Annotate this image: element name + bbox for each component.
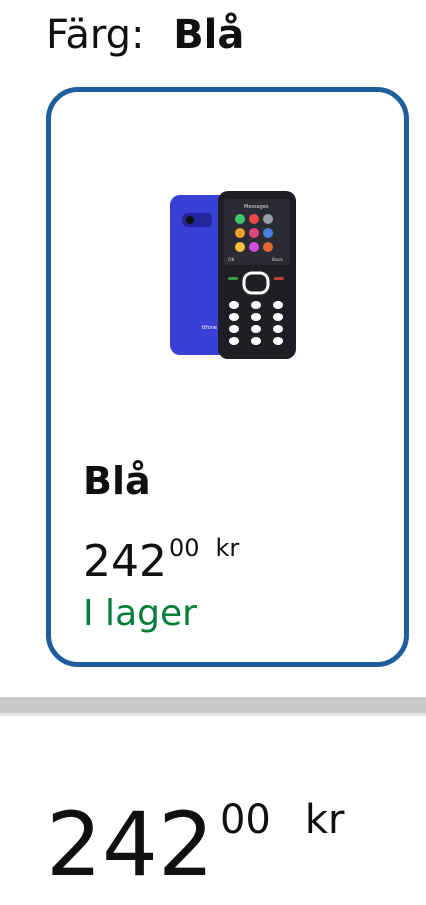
price-fraction: 00 [219, 797, 271, 843]
section-divider [0, 697, 426, 716]
color-swatch-card[interactable]: ttfone Messages OK Back Blå 24200 kr I l… [46, 87, 409, 667]
svg-text:Messages: Messages [244, 204, 269, 210]
svg-text:OK: OK [228, 257, 236, 263]
selected-color-value: Blå [173, 12, 245, 58]
product-image: ttfone Messages OK Back [170, 191, 296, 359]
svg-text:Back: Back [272, 257, 283, 263]
price-currency: kr [304, 797, 345, 843]
swatch-color-name: Blå [83, 459, 151, 503]
color-selector-header: Färg: Blå [46, 10, 244, 60]
swatch-price: 24200 kr [83, 522, 239, 588]
price-whole: 242 [46, 793, 214, 896]
svg-text:ttfone: ttfone [202, 325, 217, 331]
color-label: Färg: [46, 12, 145, 58]
swatch-price-whole: 242 [83, 536, 167, 587]
availability-status: I lager [83, 593, 197, 634]
swatch-price-currency: kr [215, 534, 240, 562]
product-price: 242 00 kr [46, 770, 344, 895]
swatch-price-fraction: 00 [168, 534, 200, 562]
